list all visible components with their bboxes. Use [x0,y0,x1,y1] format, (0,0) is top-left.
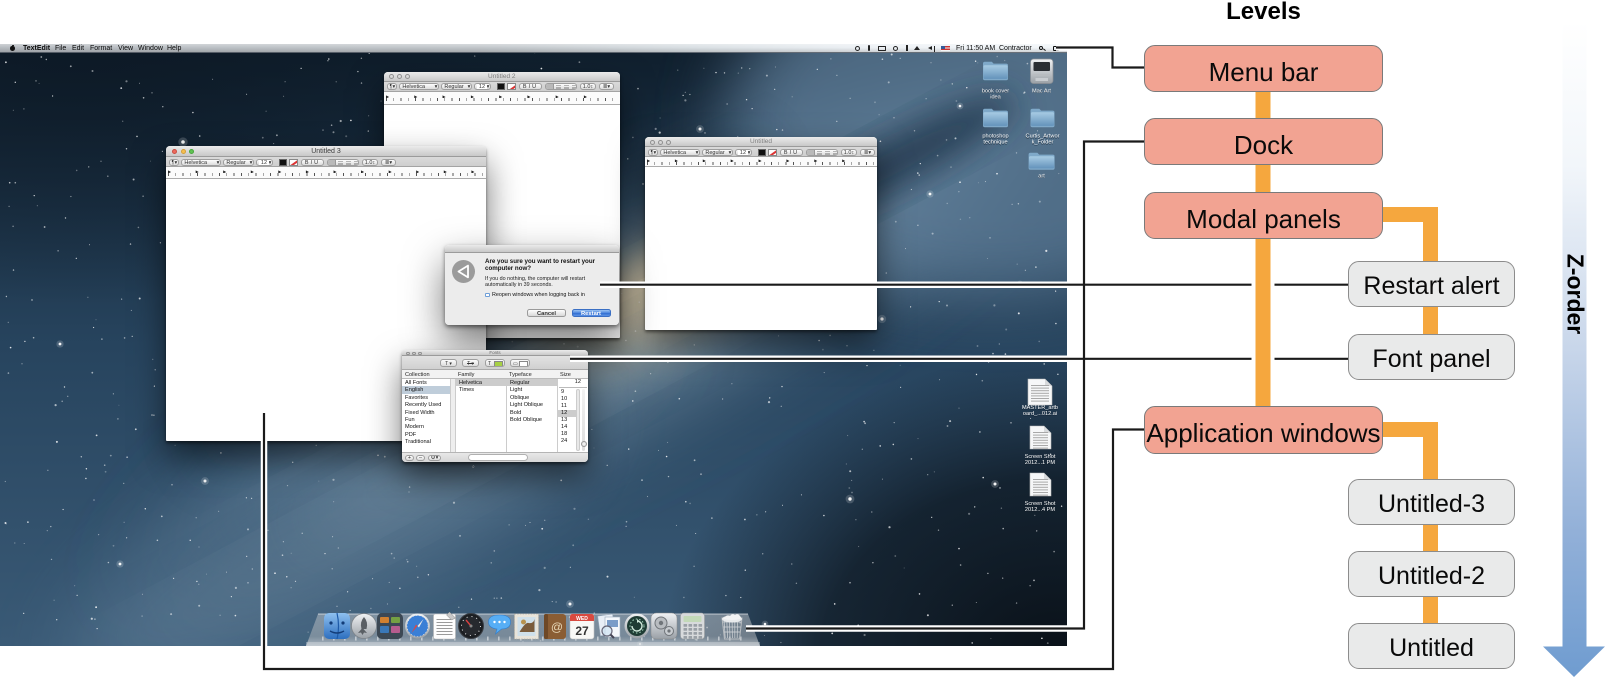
svg-text:idea: idea [990,94,1001,100]
svg-text:art: art [1038,174,1045,180]
svg-text:WED: WED [576,616,588,622]
svg-text:27: 27 [575,624,589,638]
svg-text:oard_...012.ai: oard_...012.ai [1023,411,1057,417]
svg-text:technique: technique [983,140,1007,146]
svg-text:2012...1 PM: 2012...1 PM [1025,460,1056,466]
svg-text:k_Folder: k_Folder [1032,140,1054,146]
svg-text:2012...4 PM: 2012...4 PM [1025,507,1056,513]
svg-text:Mac Art: Mac Art [1032,88,1051,94]
svg-text:@: @ [551,620,563,634]
